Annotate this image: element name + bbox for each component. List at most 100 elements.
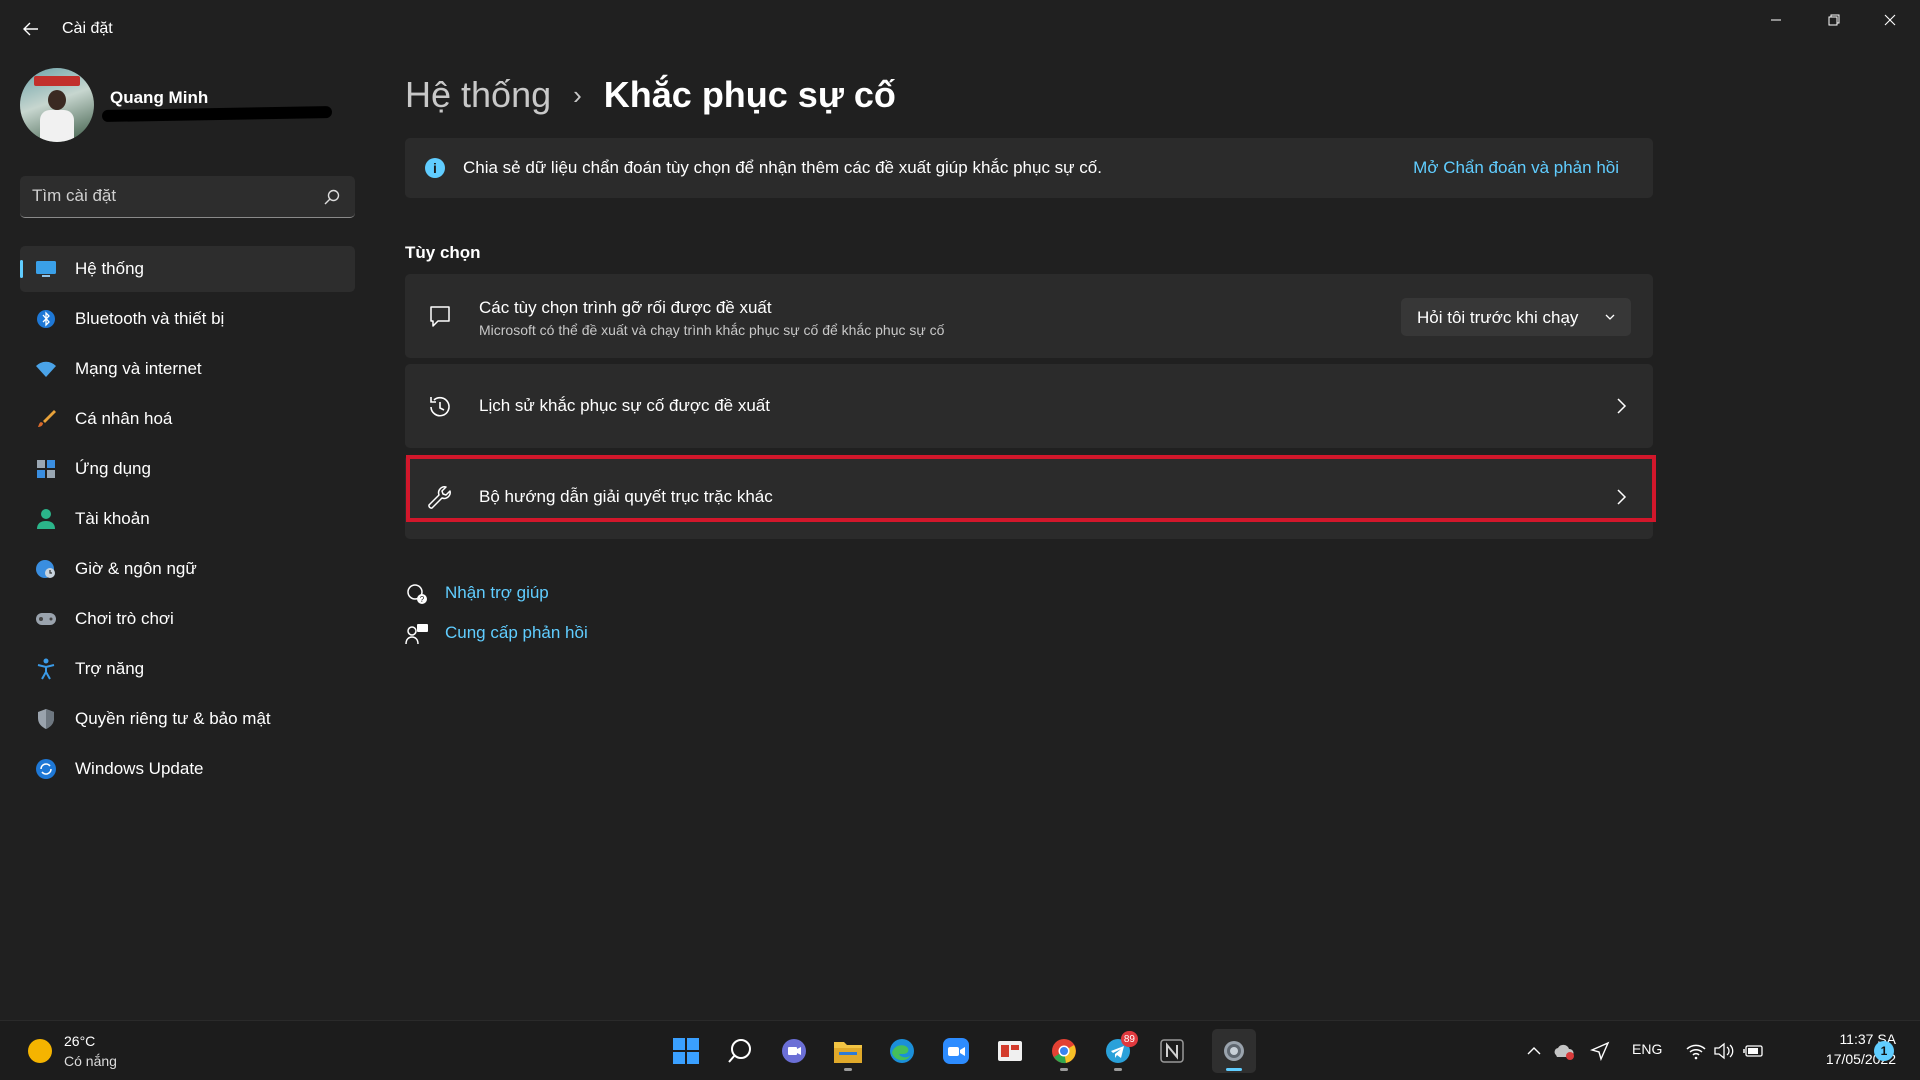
sidebar-item-label: Chơi trò chơi [75,609,174,628]
office-app-button[interactable] [988,1029,1032,1073]
language-indicator[interactable]: ENG [1632,1041,1662,1057]
info-icon: i [425,158,445,178]
sidebar-item-personalization[interactable]: Cá nhân hoá [20,396,355,442]
wrench-icon [425,483,455,513]
feedback-icon [405,624,428,645]
search-input[interactable] [32,186,312,206]
help-links: ? Nhận trợ giúp Cung cấp phản hồi [405,580,665,660]
restore-icon [1828,14,1840,26]
folder-icon [834,1042,862,1063]
back-arrow-icon [23,22,38,36]
gear-icon [1224,1041,1244,1061]
title-bar: Cài đặt [0,0,1920,60]
sidebar-item-label: Trợ năng [75,659,145,678]
windows-logo-icon [673,1038,699,1064]
user-profile[interactable]: Quang Minh [20,68,360,150]
recommended-troubleshooter-card: Các tùy chọn trình gỡ rối được đề xuất M… [405,274,1653,358]
back-button[interactable] [18,16,44,42]
start-button[interactable] [664,1029,708,1073]
notion-button[interactable] [1150,1029,1194,1073]
settings-search[interactable] [20,176,355,218]
wifi-icon[interactable] [1684,1039,1708,1063]
shield-icon [34,707,58,731]
sidebar-item-label: Windows Update [75,759,204,778]
minimize-icon [1771,19,1781,21]
sidebar-item-apps[interactable]: Ứng dụng [20,446,355,492]
battery-icon[interactable] [1742,1039,1766,1063]
sidebar-item-label: Tài khoản [75,509,150,528]
sidebar-item-label: Giờ & ngôn ngữ [75,559,197,578]
chevron-right-icon [1611,485,1631,509]
location-icon[interactable] [1588,1039,1612,1063]
chat-icon [782,1039,806,1063]
sidebar-item-label: Quyền riêng tư & bảo mật [75,709,271,728]
card-title: Các tùy chọn trình gỡ rối được đề xuất [479,298,772,317]
app-title: Cài đặt [62,20,113,37]
help-chat-icon: ? [407,584,427,604]
troubleshoot-history-card[interactable]: Lịch sử khắc phục sự cố được đề xuất [405,364,1653,448]
apps-icon [34,457,58,481]
zoom-button[interactable] [934,1029,978,1073]
sidebar-item-accounts[interactable]: Tài khoản [20,496,355,542]
page-title: Khắc phục sự cố [603,74,896,115]
sidebar-item-label: Hệ thống [75,259,144,278]
get-help-label: Nhận trợ giúp [445,583,549,602]
card-title: Bộ hướng dẫn giải quyết trục trặc khác [479,487,773,506]
volume-icon[interactable] [1712,1039,1736,1063]
chevron-up-icon[interactable] [1522,1039,1546,1063]
sidebar-item-system[interactable]: Hệ thống [20,246,355,292]
give-feedback-link[interactable]: Cung cấp phản hồi [405,620,665,660]
edge-button[interactable] [880,1029,924,1073]
edge-icon [890,1039,914,1063]
breadcrumb: Hệ thống › Khắc phục sự cố [405,70,896,120]
other-troubleshooters-card[interactable]: Bộ hướng dẫn giải quyết trục trặc khác [405,455,1653,539]
weather-temperature: 26°C [64,1033,96,1049]
sidebar-item-windows-update[interactable]: Windows Update [20,746,355,792]
sidebar-item-privacy[interactable]: Quyền riêng tư & bảo mật [20,696,355,742]
active-indicator [20,260,23,278]
dropdown-selected-value: Hỏi tôi trước khi chạy [1417,308,1579,327]
update-icon [34,757,58,781]
chat-bubble-icon [425,302,455,332]
sidebar-item-gaming[interactable]: Chơi trò chơi [20,596,355,642]
sidebar-item-label: Bluetooth và thiết bị [75,309,225,328]
section-title: Tùy chọn [405,243,481,262]
svg-text:?: ? [420,595,425,604]
sidebar-item-bluetooth[interactable]: Bluetooth và thiết bị [20,296,355,342]
sidebar-item-time-language[interactable]: Giờ & ngôn ngữ [20,546,355,592]
minimize-button[interactable] [1756,8,1796,32]
breadcrumb-parent[interactable]: Hệ thống [405,74,551,116]
settings-taskbar-button[interactable] [1212,1029,1256,1073]
info-text: Chia sẻ dữ liệu chẩn đoán tùy chọn để nh… [463,158,1102,177]
chevron-down-icon [1605,314,1615,320]
file-explorer-button[interactable] [826,1029,870,1073]
avatar [20,68,94,142]
restore-button[interactable] [1814,8,1854,32]
sidebar-item-label: Cá nhân hoá [75,409,173,428]
close-icon [1884,14,1896,26]
sidebar-nav: Hệ thống Bluetooth và thiết bị Mạng và i… [20,246,355,796]
telegram-badge: 89 [1120,1031,1138,1047]
chrome-button[interactable] [1042,1029,1086,1073]
zoom-icon [943,1038,969,1064]
history-icon [425,392,455,422]
notification-badge[interactable]: 1 [1874,1041,1894,1061]
onedrive-icon[interactable] [1552,1039,1576,1063]
give-feedback-label: Cung cấp phản hồi [445,623,588,642]
sidebar-item-accessibility[interactable]: Trợ năng [20,646,355,692]
open-diagnostics-link[interactable]: Mở Chẩn đoán và phản hồi [1413,158,1619,178]
sun-icon [28,1039,52,1063]
accessibility-icon [34,657,58,681]
chrome-icon [1052,1039,1076,1064]
troubleshooter-preference-dropdown[interactable]: Hỏi tôi trước khi chạy [1401,298,1631,336]
close-button[interactable] [1870,8,1910,32]
sidebar-item-network[interactable]: Mạng và internet [20,346,355,392]
taskbar-search-button[interactable] [718,1029,762,1073]
brush-icon [34,407,58,431]
teams-chat-button[interactable] [772,1029,816,1073]
search-icon[interactable] [323,188,341,206]
redacted-email [101,105,333,123]
telegram-button[interactable]: 89 [1096,1029,1140,1073]
get-help-link[interactable]: ? Nhận trợ giúp [405,580,665,620]
weather-description: Có nắng [64,1053,117,1069]
